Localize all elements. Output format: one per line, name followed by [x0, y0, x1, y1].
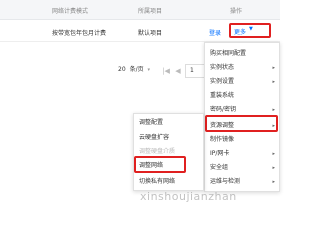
menu-item-security-group[interactable]: 安全组 ▸ [205, 161, 279, 175]
chevron-right-icon: ▸ [272, 179, 275, 185]
page-size-select[interactable]: 20 条/页 ▾ [118, 64, 158, 78]
column-header-actions: 操作 [230, 8, 243, 15]
column-header-billing: 网络计费模式 [52, 8, 89, 15]
chevron-right-icon: ▸ [272, 151, 275, 157]
menu-item-reinstall[interactable]: 重装系统 [205, 89, 279, 103]
project-cell: 默认项目 [138, 30, 163, 37]
resource-adjust-highlight [205, 115, 278, 132]
column-header-project: 所属项目 [138, 8, 163, 15]
resource-adjust-submenu: 调整配置 云硬盘扩容 调整硬盘介质 调整网络 切换私有网络 [133, 113, 204, 191]
chevron-down-icon: ▼ [249, 26, 253, 32]
menu-item-label: 运维与检测 [210, 178, 241, 185]
chevron-right-icon: ▸ [272, 165, 275, 171]
prev-page-button[interactable]: ◀ [172, 64, 184, 78]
submenu-item-adjust-config[interactable]: 调整配置 [134, 116, 203, 130]
submenu-item-label: 调整配置 [139, 119, 164, 126]
menu-item-label: IP/网卡 [210, 150, 230, 157]
menu-item-label: 实例状态 [210, 64, 235, 71]
first-page-button[interactable]: |◀ [160, 64, 172, 78]
menu-item-instance-settings[interactable]: 实例设置 ▸ [205, 75, 279, 89]
page-size-value: 20 [118, 66, 126, 73]
submenu-item-disk-expand[interactable]: 云硬盘扩容 [134, 131, 203, 145]
menu-item-label: 制作镜像 [210, 136, 235, 143]
menu-item-make-image[interactable]: 制作镜像 [205, 133, 279, 147]
menu-item-ip-nic[interactable]: IP/网卡 ▸ [205, 147, 279, 161]
page-size-suffix: 条/页 [129, 66, 144, 73]
menu-item-buy-same[interactable]: 购买相同配置 [205, 47, 279, 61]
more-button[interactable]: 更多 ▼ [229, 23, 271, 38]
menu-item-instance-status[interactable]: 实例状态 ▸ [205, 61, 279, 75]
submenu-item-switch-vpc[interactable]: 切换私有网络 [134, 175, 203, 189]
menu-item-label: 密码/密钥 [210, 106, 237, 113]
menu-item-label: 购买相同配置 [210, 50, 247, 57]
submenu-item-label: 切换私有网络 [139, 178, 176, 185]
menu-item-label: 安全组 [210, 164, 229, 171]
submenu-item-label: 云硬盘扩容 [139, 134, 170, 141]
submenu-item-label: 调整硬盘介质 [139, 148, 176, 155]
login-link[interactable]: 登录 [209, 28, 221, 37]
watermark-text: xinshoujianzhan [140, 190, 237, 203]
menu-item-ops-monitor[interactable]: 运维与检测 ▸ [205, 175, 279, 189]
table-header: 网络计费模式 所属项目 操作 [0, 0, 280, 20]
menu-item-label: 实例设置 [210, 78, 235, 85]
adjust-network-highlight [134, 156, 186, 173]
chevron-right-icon: ▸ [272, 79, 275, 85]
menu-item-label: 重装系统 [210, 92, 235, 99]
more-label: 更多 [234, 29, 247, 36]
chevron-down-icon: ▾ [147, 67, 151, 73]
chevron-right-icon: ▸ [272, 65, 275, 71]
billing-mode-cell: 按带宽包年包月计费 [52, 30, 107, 37]
